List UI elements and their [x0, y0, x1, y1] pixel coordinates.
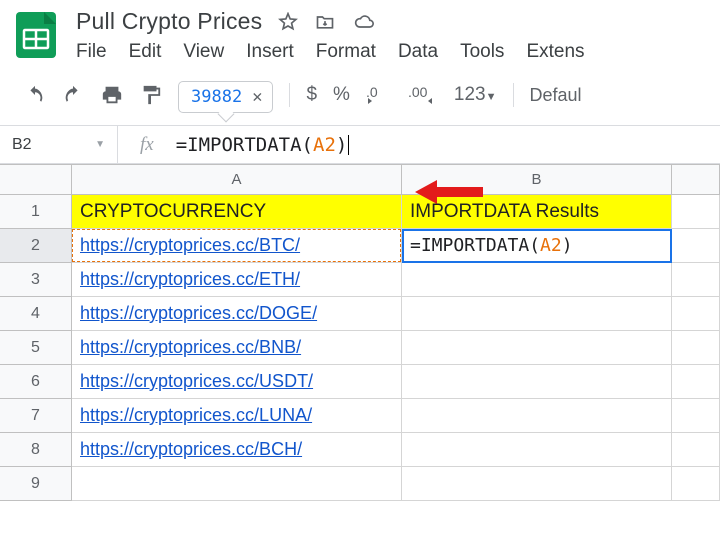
cell-B3[interactable]	[402, 263, 672, 297]
cell-A6[interactable]: https://cryptoprices.cc/USDT/	[72, 365, 402, 399]
document-title[interactable]: Pull Crypto Prices	[76, 8, 262, 35]
column-header-B[interactable]: B	[402, 165, 672, 195]
cell-B9[interactable]	[402, 467, 672, 501]
cell-B5[interactable]	[402, 331, 672, 365]
spreadsheet-grid[interactable]: A B 1 CRYPTOCURRENCY IMPORTDATA Results …	[0, 164, 720, 501]
cell-C9[interactable]	[672, 467, 720, 501]
menu-tools[interactable]: Tools	[460, 41, 504, 63]
format-percent-button[interactable]: %	[333, 84, 350, 106]
cell-A2[interactable]: https://cryptoprices.cc/BTC/	[72, 229, 402, 263]
cell-A8[interactable]: https://cryptoprices.cc/BCH/	[72, 433, 402, 467]
cloud-status-icon[interactable]	[352, 12, 376, 32]
move-folder-icon[interactable]	[314, 12, 336, 32]
print-icon[interactable]	[100, 84, 124, 106]
menu-view[interactable]: View	[183, 41, 224, 63]
fx-icon: fx	[118, 134, 176, 156]
row-header[interactable]: 2	[0, 229, 72, 263]
close-icon[interactable]: ✕	[252, 87, 262, 107]
row-header[interactable]: 6	[0, 365, 72, 399]
svg-text:.00: .00	[408, 84, 428, 100]
undo-icon[interactable]	[24, 84, 46, 106]
row-header[interactable]: 4	[0, 297, 72, 331]
cell-B8[interactable]	[402, 433, 672, 467]
menu-edit[interactable]: Edit	[129, 41, 162, 63]
more-formats-button[interactable]: 123▼	[454, 84, 497, 106]
svg-text:.0: .0	[366, 84, 378, 100]
menu-extensions[interactable]: Extens	[526, 41, 584, 63]
chevron-down-icon[interactable]: ▼	[95, 139, 105, 150]
row-header[interactable]: 9	[0, 467, 72, 501]
cell-B2-active[interactable]: =IMPORTDATA(A2)	[402, 229, 672, 263]
formula-input[interactable]: =IMPORTDATA(A2)	[176, 134, 720, 156]
cell-B4[interactable]	[402, 297, 672, 331]
column-header-A[interactable]: A	[72, 165, 402, 195]
menu-format[interactable]: Format	[316, 41, 376, 63]
menu-insert[interactable]: Insert	[246, 41, 294, 63]
name-box[interactable]: B2 ▼	[0, 126, 118, 163]
cell-A4[interactable]: https://cryptoprices.cc/DOGE/	[72, 297, 402, 331]
cell-C1[interactable]	[672, 195, 720, 229]
cell-A9[interactable]	[72, 467, 402, 501]
menu-file[interactable]: File	[76, 41, 107, 63]
cell-C4[interactable]	[672, 297, 720, 331]
cell-A1[interactable]: CRYPTOCURRENCY	[72, 195, 402, 229]
cell-C7[interactable]	[672, 399, 720, 433]
cell-B7[interactable]	[402, 399, 672, 433]
cell-B1[interactable]: IMPORTDATA Results	[402, 195, 672, 229]
row-header[interactable]: 7	[0, 399, 72, 433]
star-icon[interactable]	[278, 12, 298, 32]
cell-C6[interactable]	[672, 365, 720, 399]
menubar: File Edit View Insert Format Data Tools …	[76, 41, 585, 63]
cell-C3[interactable]	[672, 263, 720, 297]
menu-data[interactable]: Data	[398, 41, 438, 63]
select-all-corner[interactable]	[0, 165, 72, 195]
google-sheets-logo-icon[interactable]	[10, 8, 62, 60]
redo-icon[interactable]	[62, 84, 84, 106]
cell-C2[interactable]	[672, 229, 720, 263]
paint-format-icon[interactable]	[140, 84, 162, 106]
row-header[interactable]: 3	[0, 263, 72, 297]
column-header-C[interactable]	[672, 165, 720, 195]
row-header[interactable]: 8	[0, 433, 72, 467]
cell-A5[interactable]: https://cryptoprices.cc/BNB/	[72, 331, 402, 365]
row-header[interactable]: 5	[0, 331, 72, 365]
font-family-select[interactable]: Defaul	[530, 85, 582, 106]
row-header[interactable]: 1	[0, 195, 72, 229]
cell-A7[interactable]: https://cryptoprices.cc/LUNA/	[72, 399, 402, 433]
cell-C5[interactable]	[672, 331, 720, 365]
format-currency-button[interactable]: $	[306, 84, 317, 106]
formula-result-value: 39882	[191, 87, 242, 107]
cell-A3[interactable]: https://cryptoprices.cc/ETH/	[72, 263, 402, 297]
cell-C8[interactable]	[672, 433, 720, 467]
cell-B6[interactable]	[402, 365, 672, 399]
increase-decimal-button[interactable]: .00	[408, 84, 438, 106]
decrease-decimal-button[interactable]: .0	[366, 84, 392, 106]
